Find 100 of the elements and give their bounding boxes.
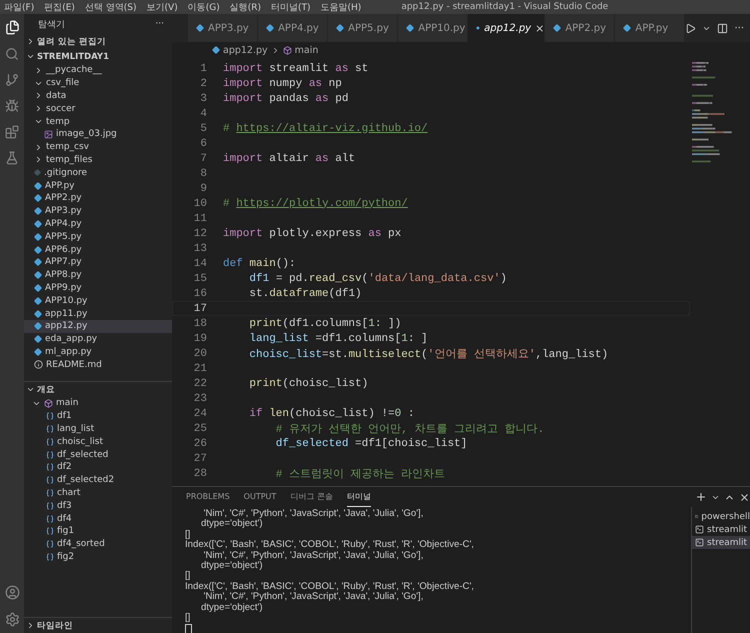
folder-item[interactable]: temp_files [24, 154, 172, 166]
file-item[interactable]: APP.py [24, 179, 172, 192]
section-header[interactable]: 타임라인 [24, 617, 172, 633]
extensions-icon[interactable] [5, 125, 19, 139]
editor-tab[interactable]: app12.py × [468, 14, 546, 42]
terminal-cursor [185, 624, 192, 633]
outline-item[interactable]: df1 [24, 410, 172, 423]
file-item[interactable]: APP2.py [24, 192, 172, 205]
menu-item[interactable]: 선택 영역(S) [84, 0, 137, 14]
editor-tab[interactable]: APP5.py [328, 14, 398, 42]
folder-item[interactable]: soccer [24, 102, 172, 116]
outline-item[interactable]: chart [24, 486, 172, 500]
folder-item[interactable]: data [24, 90, 172, 102]
python-file-icon [266, 24, 274, 32]
menu-item[interactable]: 편집(E) [44, 0, 75, 14]
python-file-icon [336, 24, 344, 32]
terminal-line: 'Nim', 'C#', 'Python', 'JavaScript', 'Java', 'Julia', 'Go'], [202, 592, 424, 603]
new-terminal-icon[interactable] [695, 491, 707, 503]
menu-item[interactable]: 도움말(H) [320, 0, 362, 14]
variable-icon [46, 450, 54, 459]
source-control-icon[interactable] [5, 73, 19, 87]
terminal-line: [] [185, 612, 192, 624]
code-line: lang_list =df1.columns[1: ] [248, 332, 428, 344]
panel-tab[interactable]: 디버그 콘솔 [290, 487, 333, 507]
python-file-icon [623, 24, 632, 32]
file-item[interactable]: image_03.jpg [24, 128, 172, 141]
editor-tab[interactable]: APP2.py [545, 14, 616, 42]
terminal-line: 'Nim', 'C#', 'Python', 'JavaScript', 'Java', 'Julia', 'Go'], [204, 550, 424, 561]
run-icon[interactable] [685, 22, 696, 34]
editor-tab[interactable]: APP3.py [188, 14, 258, 42]
editor-tab[interactable]: APP.py [615, 14, 686, 42]
code-line: import numpy as np [223, 78, 342, 90]
file-item[interactable]: APP3.py [24, 204, 172, 218]
outline-item[interactable]: df_selected [24, 448, 172, 461]
menu-item[interactable]: 이동(G) [188, 0, 220, 14]
panel-tab[interactable]: PROBLEMS [186, 487, 230, 507]
panel-tab[interactable]: OUTPUT [244, 487, 276, 507]
terminal-item[interactable]: streamlit [692, 523, 750, 536]
more-button[interactable]: ··· [155, 19, 164, 29]
file-item[interactable]: ml_app.py [24, 346, 172, 358]
outline-item[interactable]: df4_sorted [24, 538, 172, 551]
outline-item[interactable]: df4 [24, 512, 172, 525]
panel-tab[interactable]: 터미널 [346, 487, 371, 507]
terminal-item[interactable]: streamlit [692, 536, 750, 549]
menu-item[interactable]: 파일(F) [4, 0, 34, 14]
breadcrumb-item[interactable]: main [294, 44, 318, 56]
breadcrumb-item[interactable]: app12.py [223, 44, 268, 56]
folder-item[interactable]: __pycache__ [24, 64, 172, 77]
more-button[interactable]: ··· [734, 22, 744, 34]
python-file-icon [406, 24, 414, 32]
account-icon[interactable] [4, 585, 20, 600]
terminal-item[interactable]: powershell [692, 510, 750, 523]
split-editor-icon[interactable] [717, 22, 728, 34]
outline-item[interactable]: lang_list [24, 422, 172, 436]
debug-icon[interactable] [5, 99, 19, 113]
section-header[interactable]: 열려 있는 편집기 [24, 34, 172, 49]
task-terminal-icon [695, 538, 704, 547]
editor-tab[interactable]: APP4.py [258, 14, 328, 42]
file-item[interactable]: APP9.py [24, 282, 172, 294]
file-item[interactable]: APP5.py [24, 230, 172, 244]
menu-item[interactable]: 보기(V) [146, 0, 178, 14]
file-item[interactable]: app11.py [24, 307, 172, 320]
section-header[interactable]: STREMLITDAY1 [24, 49, 172, 64]
file-item[interactable]: APP4.py [24, 218, 172, 230]
file-item[interactable]: .gitignore [24, 166, 172, 180]
file-item[interactable]: eda_app.py [24, 332, 172, 346]
editor-tab[interactable]: APP10.py [398, 14, 468, 42]
outline-item[interactable]: main [24, 397, 172, 410]
flask-icon[interactable] [5, 151, 19, 165]
outline-item[interactable]: fig2 [24, 550, 172, 564]
variable-icon [46, 502, 54, 510]
explorer-icon[interactable] [4, 20, 20, 35]
folder-item[interactable]: csv_file [24, 76, 172, 90]
file-item[interactable]: APP7.py [24, 256, 172, 269]
line-number: 28 [192, 468, 208, 480]
search-icon[interactable] [5, 47, 19, 61]
folder-item[interactable]: temp_csv [24, 140, 172, 154]
line-number: 15 [192, 272, 208, 284]
line-number: 8 [199, 168, 208, 180]
line-number: 3 [199, 92, 208, 104]
file-item[interactable]: README.md [24, 358, 172, 372]
outline-item[interactable]: fig1 [24, 524, 172, 538]
code-line: import altair as alt [223, 152, 356, 164]
menu-item[interactable]: 터미널(T) [271, 0, 311, 14]
outline-item[interactable]: choisc_list [24, 435, 172, 448]
close-button[interactable]: × [535, 22, 544, 34]
file-item[interactable]: app12.py [24, 320, 172, 333]
file-item[interactable]: APP8.py [24, 268, 172, 282]
file-item[interactable]: APP10.py [24, 294, 172, 308]
close-icon[interactable] [739, 492, 750, 502]
outline-item[interactable]: df_selected2 [24, 474, 172, 487]
python-file-icon [553, 24, 562, 32]
outline-item[interactable]: df2 [24, 460, 172, 474]
file-item[interactable]: APP6.py [24, 243, 172, 256]
outline-item[interactable]: df3 [24, 499, 172, 512]
folder-item[interactable]: temp [24, 115, 172, 128]
menu-item[interactable]: 실행(R) [230, 0, 261, 14]
cube-icon [282, 46, 292, 54]
section-header[interactable]: 개요 [24, 382, 172, 397]
settings-icon[interactable] [4, 612, 20, 627]
